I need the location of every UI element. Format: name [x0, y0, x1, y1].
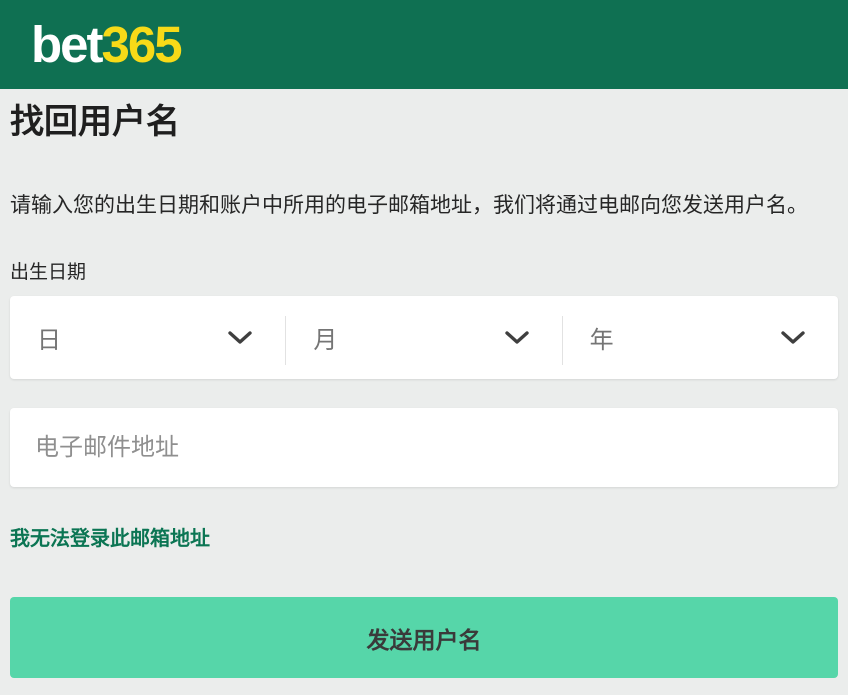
month-select-placeholder: 月 — [313, 320, 337, 355]
logo-text-365: 365 — [102, 16, 181, 73]
email-address-input[interactable] — [10, 408, 838, 487]
chevron-down-icon — [781, 331, 805, 345]
logo-text-bet: bet — [31, 16, 102, 73]
dob-label: 出生日期 — [10, 261, 838, 284]
day-select-placeholder: 日 — [37, 320, 61, 355]
day-select[interactable]: 日 — [10, 296, 285, 379]
header-bar: bet365 — [0, 0, 848, 89]
main-content: 找回用户名 请输入您的出生日期和账户中所用的电子邮箱地址，我们将通过电邮向您发送… — [0, 104, 848, 678]
month-select[interactable]: 月 — [285, 296, 561, 379]
cannot-access-email-link[interactable]: 我无法登录此邮箱地址 — [10, 527, 210, 551]
page-title: 找回用户名 — [10, 104, 838, 140]
year-select[interactable]: 年 — [562, 296, 838, 379]
dob-select-row: 日 月 年 — [10, 296, 838, 379]
chevron-down-icon — [505, 331, 529, 345]
send-username-button[interactable]: 发送用户名 — [10, 597, 838, 678]
year-select-placeholder: 年 — [590, 320, 614, 355]
instruction-text: 请输入您的出生日期和账户中所用的电子邮箱地址，我们将通过电邮向您发送用户名。 — [10, 191, 838, 220]
bet365-logo[interactable]: bet365 — [31, 19, 181, 70]
chevron-down-icon — [228, 331, 252, 345]
